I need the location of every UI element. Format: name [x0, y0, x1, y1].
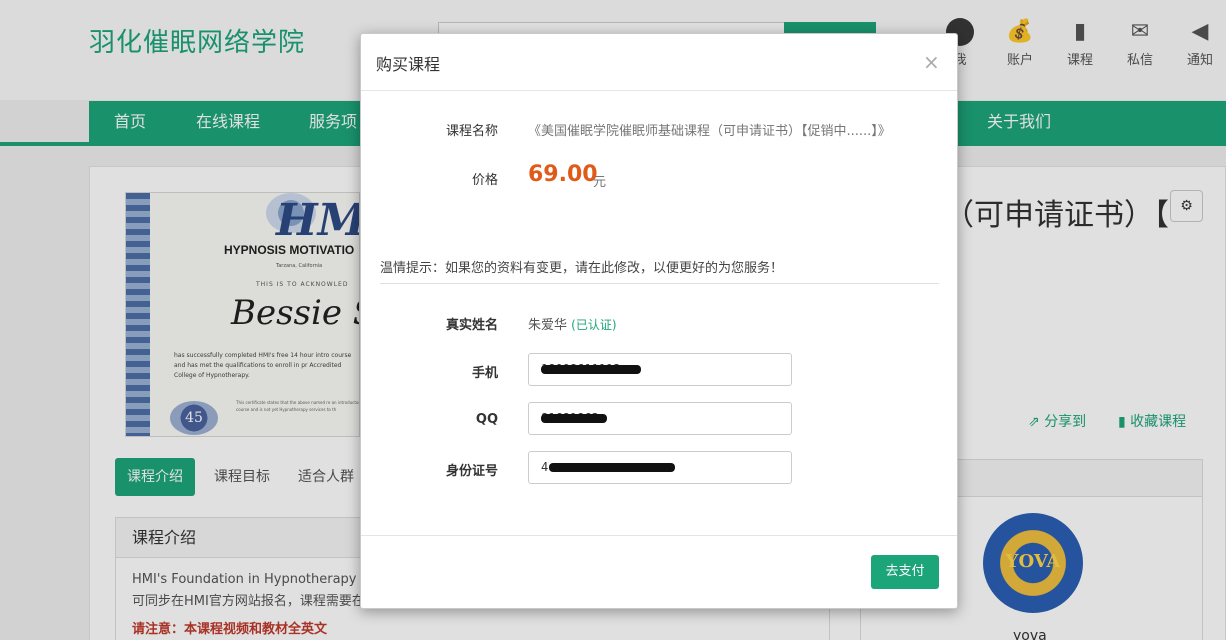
course-name-value: 《美国催眠学院催眠师基础课程（可申请证书）【促销中......】》 — [528, 124, 891, 139]
close-icon[interactable]: × — [923, 50, 940, 74]
verified-badge: (已认证) — [571, 318, 617, 332]
realname-text: 朱爱华 — [528, 318, 568, 333]
qq-label: QQ — [475, 412, 498, 427]
id-label: 身份证号 — [445, 464, 498, 479]
info-tip: 温情提示：如果您的资料有变更，请在此修改，以便更好的为您服务！ — [380, 261, 784, 276]
id-value: 4 — [541, 460, 549, 474]
redaction-mark — [541, 365, 641, 374]
currency-unit: 元 — [593, 175, 607, 190]
divider — [380, 283, 939, 284]
purchase-modal: 购买课程 × 课程名称 《美国催眠学院催眠师基础课程（可申请证书）【促销中...… — [360, 33, 958, 609]
course-name-label: 课程名称 — [445, 124, 498, 139]
redaction-mark — [549, 463, 675, 472]
redaction-mark — [541, 414, 607, 423]
price-value: 69.00 — [528, 162, 598, 187]
phone-label: 手机 — [471, 366, 498, 381]
phone-field[interactable]: 18008611113 — [528, 353, 792, 386]
modal-header: 购买课程 × — [361, 34, 957, 91]
qq-field[interactable]: 81681863 — [528, 402, 792, 435]
price-label: 价格 — [471, 173, 498, 188]
modal-footer-divider — [361, 535, 957, 536]
pay-button[interactable]: 去支付 — [871, 555, 939, 589]
realname-value: 朱爱华 (已认证) — [528, 314, 617, 333]
realname-label: 真实姓名 — [445, 318, 498, 333]
id-number-field[interactable]: 4 — [528, 451, 792, 484]
modal-title: 购买课程 — [376, 55, 441, 74]
